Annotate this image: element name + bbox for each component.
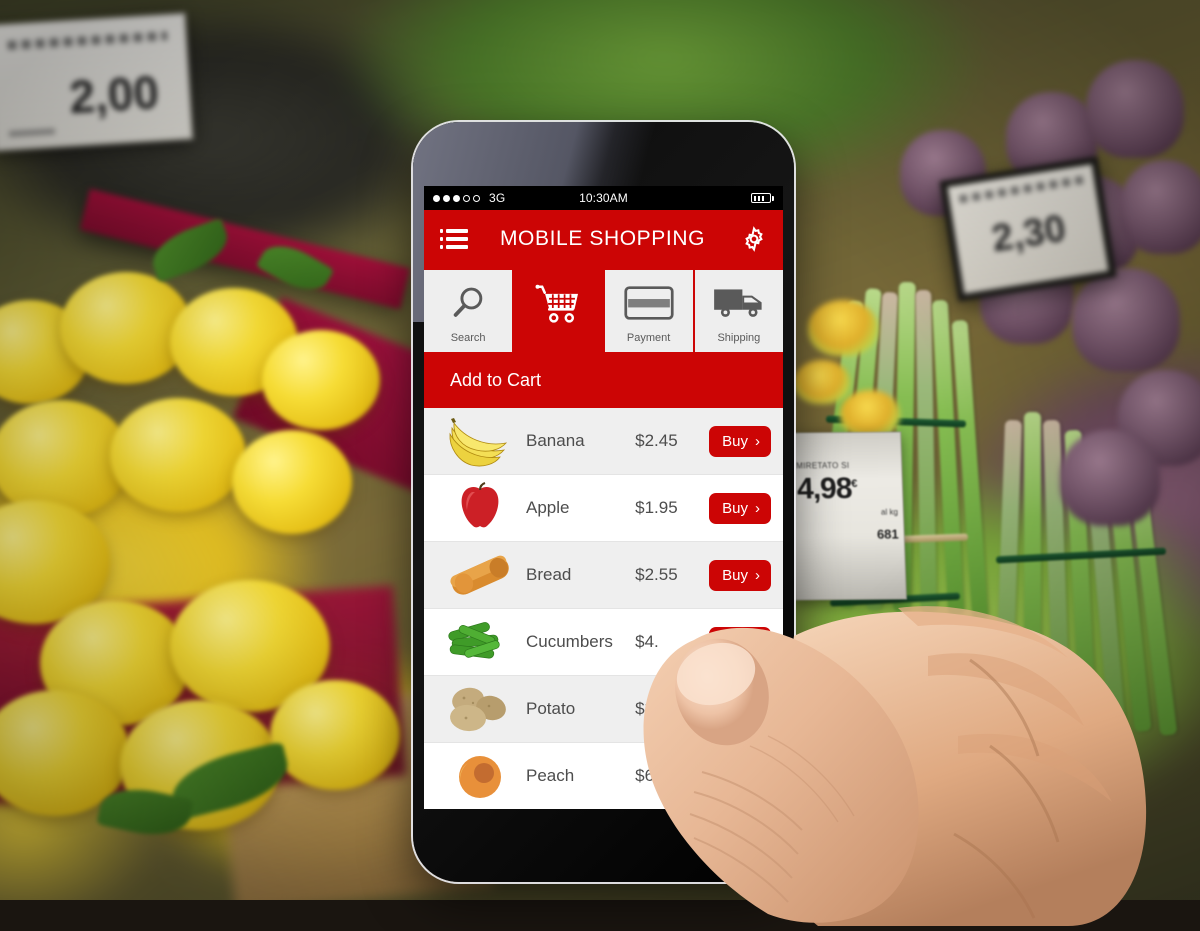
bread-loaf-image xyxy=(442,548,518,602)
price-sign-asparagus-value: 4,98€ xyxy=(796,472,897,507)
price-sign-left: 2,00 xyxy=(0,12,194,152)
product-price: $2.45 xyxy=(635,431,709,451)
buy-button[interactable]: Buy › xyxy=(709,694,771,725)
tab-shipping[interactable]: Shipping xyxy=(695,270,783,352)
banana-bunch-image xyxy=(442,414,518,468)
product-name: Peach xyxy=(526,766,635,786)
tab-search[interactable]: Search xyxy=(424,270,512,352)
buy-button[interactable]: Buy › xyxy=(709,560,771,591)
table-row[interactable]: Potato $3.85 Buy › xyxy=(424,676,783,743)
product-name: Bread xyxy=(526,565,635,585)
price-sign-asparagus-header: MIRETATO SI xyxy=(796,461,896,471)
delivery-truck-icon xyxy=(713,282,765,324)
magnifier-icon xyxy=(450,282,486,324)
tab-search-label: Search xyxy=(451,332,486,344)
page-title: MOBILE SHOPPING xyxy=(464,227,741,251)
zucchini-flower xyxy=(808,300,878,356)
buy-button[interactable]: Buy › xyxy=(709,493,771,524)
tab-shipping-label: Shipping xyxy=(717,332,760,344)
table-row[interactable]: Bread $2.55 Buy › xyxy=(424,542,783,609)
buy-button[interactable]: Buy › xyxy=(709,426,771,457)
price-sign-left-value: 2,00 xyxy=(3,64,178,128)
table-row[interactable]: Peach $6.35 Buy › xyxy=(424,743,783,809)
table-row[interactable]: Apple $1.95 Buy › xyxy=(424,475,783,542)
buy-button-label: Buy xyxy=(722,567,748,584)
price-sign-asparagus-amount: 4,98 xyxy=(796,472,852,505)
product-name: Cucumbers xyxy=(526,632,635,652)
app-header: MOBILE SHOPPING xyxy=(424,210,783,268)
tab-bar: Search xyxy=(424,268,783,352)
lemon xyxy=(262,330,380,430)
lemon xyxy=(110,398,246,512)
buy-button-label: Buy xyxy=(722,634,748,651)
buy-button-label: Buy xyxy=(722,500,748,517)
price-sign-asparagus-unit: al kg xyxy=(798,508,898,518)
chevron-right-icon: › xyxy=(755,635,760,650)
asparagus-stalk xyxy=(1024,412,1041,712)
chevron-right-icon: › xyxy=(755,702,760,717)
product-price: $3.85 xyxy=(635,699,709,719)
price-sign-top-right: 2,30 xyxy=(939,156,1116,302)
artichoke xyxy=(1060,430,1160,526)
price-sign-left-footer xyxy=(9,128,55,137)
chevron-right-icon: › xyxy=(755,568,760,583)
smartphone-device: 3G 10:30AM MOBILE SHOPPING xyxy=(413,122,794,882)
artichoke xyxy=(1120,160,1200,254)
section-header: Add to Cart xyxy=(424,352,783,408)
battery-icon xyxy=(751,193,774,203)
potatoes-image xyxy=(442,682,518,736)
chevron-right-icon: › xyxy=(755,769,760,784)
buy-button-label: Buy xyxy=(722,768,748,785)
price-sign-top-right-value: 2,30 xyxy=(953,202,1104,267)
table-row[interactable]: Banana $2.45 Buy › xyxy=(424,408,783,475)
price-sign-asparagus-currency: € xyxy=(851,478,857,490)
red-apple-image xyxy=(442,481,518,535)
price-sign-asparagus: MIRETATO SI 4,98€ al kg 681 xyxy=(789,432,907,601)
product-list: Banana $2.45 Buy › Apple $1.95 xyxy=(424,408,783,809)
buy-button-label: Buy xyxy=(722,433,748,450)
gear-icon[interactable] xyxy=(741,226,767,252)
phone-screen: 3G 10:30AM MOBILE SHOPPING xyxy=(424,186,783,809)
credit-card-icon xyxy=(624,282,674,324)
price-sign-top-right-header xyxy=(959,176,1085,204)
buy-button[interactable]: Buy › xyxy=(709,627,771,658)
tab-payment[interactable]: Payment xyxy=(605,270,693,352)
product-price: $2.55 xyxy=(635,565,709,585)
product-name: Banana xyxy=(526,431,635,451)
tab-cart[interactable] xyxy=(514,270,602,352)
product-price: $1.95 xyxy=(635,498,709,518)
product-price: $6.35 xyxy=(635,766,709,786)
peach-image xyxy=(442,749,518,803)
table-row[interactable]: Cucumbers $4. Buy › xyxy=(424,609,783,676)
price-sign-left-header xyxy=(7,31,167,50)
artichoke xyxy=(1086,60,1184,158)
price-sign-asparagus-code: 681 xyxy=(798,527,899,543)
product-name: Apple xyxy=(526,498,635,518)
status-bar: 3G 10:30AM xyxy=(424,186,783,210)
section-header-label: Add to Cart xyxy=(450,370,541,391)
artichoke xyxy=(1072,268,1180,372)
chevron-right-icon: › xyxy=(755,434,760,449)
signal-strength-icon xyxy=(433,195,480,202)
tab-payment-label: Payment xyxy=(627,332,670,344)
buy-button-label: Buy xyxy=(722,701,748,718)
lemon xyxy=(232,430,352,534)
buy-button[interactable]: Buy › xyxy=(709,761,771,792)
shopping-cart-icon xyxy=(534,282,582,324)
product-price: $4. xyxy=(635,632,709,652)
product-name: Potato xyxy=(526,699,635,719)
chevron-right-icon: › xyxy=(755,501,760,516)
lemon xyxy=(270,680,400,790)
cucumbers-image xyxy=(442,615,518,669)
carrier-label: 3G xyxy=(489,191,505,205)
zucchini-flower xyxy=(794,360,850,404)
